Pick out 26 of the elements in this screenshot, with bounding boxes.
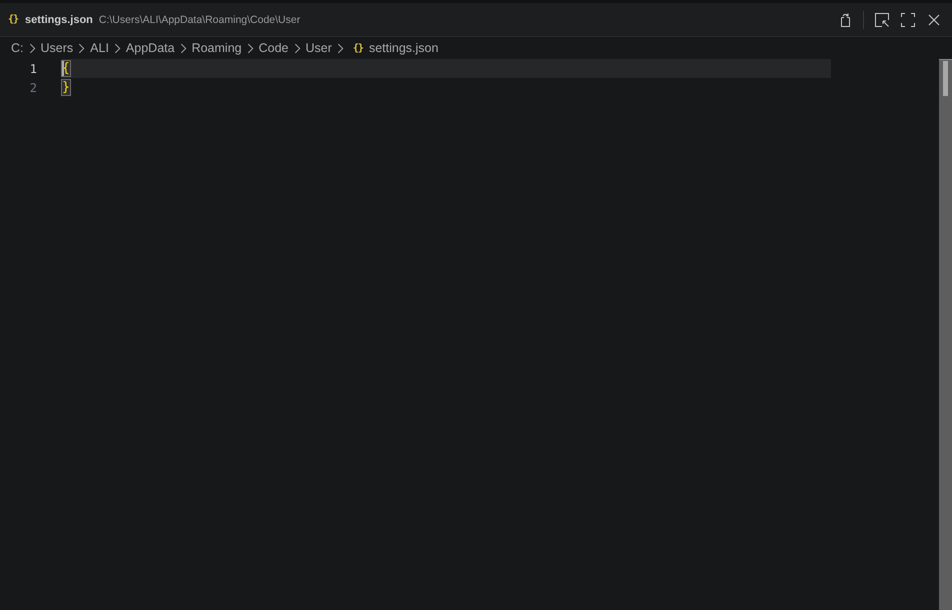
breadcrumb-item[interactable]: Roaming xyxy=(192,41,242,55)
scrollbar-thumb[interactable] xyxy=(943,61,948,96)
code-text: } xyxy=(62,80,70,95)
fullscreen-icon[interactable] xyxy=(900,12,916,28)
chevron-right-icon xyxy=(294,42,300,54)
breadcrumb-item[interactable]: C: xyxy=(11,41,24,55)
chevron-right-icon xyxy=(180,42,187,54)
chevron-right-icon xyxy=(114,42,121,54)
breadcrumb-item[interactable]: Code xyxy=(258,41,288,55)
window-title: settings.json xyxy=(25,14,93,26)
line-number: 2 xyxy=(28,80,37,94)
breadcrumb-item[interactable]: ALI xyxy=(90,41,109,55)
chevron-right-icon xyxy=(78,42,86,54)
breadcrumb-item[interactable]: Users xyxy=(40,41,74,55)
breadcrumb-item[interactable]: AppData xyxy=(126,41,175,55)
json-file-icon: {} xyxy=(352,42,363,54)
breadcrumb-item[interactable]: User xyxy=(306,41,332,55)
chevron-right-icon xyxy=(336,42,344,54)
file-path: C:\Users\ALI\AppData\Roaming\Code\User xyxy=(98,14,300,26)
chevron-right-icon xyxy=(28,42,36,54)
line-number: 1 xyxy=(28,62,37,76)
breadcrumb-item[interactable]: settings.json xyxy=(368,41,438,55)
json-file-icon: {} xyxy=(8,14,18,25)
chevron-right-icon xyxy=(246,42,254,54)
window-arrow-icon[interactable] xyxy=(874,12,890,28)
close-icon[interactable] xyxy=(926,12,942,28)
